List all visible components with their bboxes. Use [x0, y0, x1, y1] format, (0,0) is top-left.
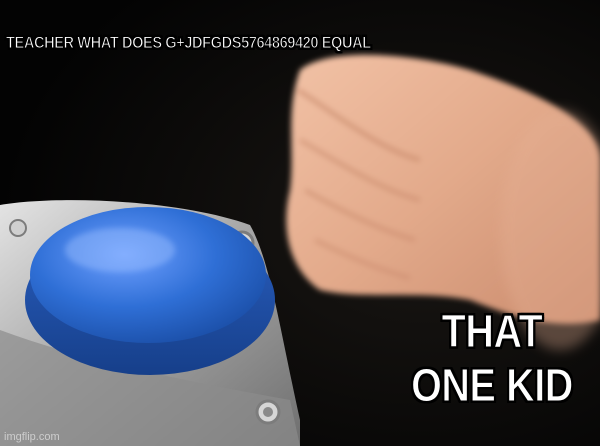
big-blue-button-icon: [25, 207, 275, 375]
bottom-caption: THAT ONE KID: [411, 305, 574, 412]
meme-image: TEACHER WHAT DOES G+JDFGDS5764869420 EQU…: [0, 0, 600, 446]
top-caption: TEACHER WHAT DOES G+JDFGDS5764869420 EQU…: [6, 33, 372, 53]
imgflip-watermark: imgflip.com: [4, 431, 60, 443]
